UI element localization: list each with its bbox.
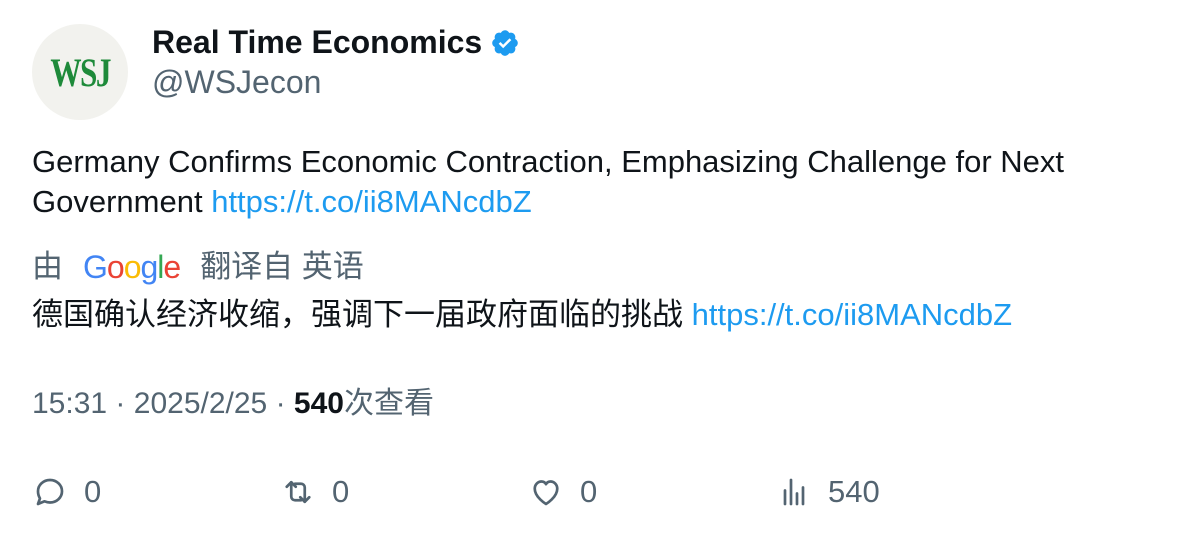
google-logo[interactable]: Google (83, 246, 181, 288)
heart-icon (533, 480, 559, 506)
views-count: 540 (293, 387, 344, 420)
avatar[interactable]: WSJ (32, 24, 128, 120)
views-button[interactable]: 540 (776, 470, 880, 514)
author-handle[interactable]: @WSJecon (152, 62, 321, 102)
tweet-link[interactable]: https://t.co/ii8MANcdbZ (211, 184, 531, 219)
reply-count: 0 (84, 474, 102, 509)
reply-icon (36, 478, 64, 506)
verified-badge-icon[interactable] (490, 27, 520, 57)
tweet-date[interactable]: 2025/2/25 (134, 387, 267, 420)
translation-prefix: 由 (32, 249, 63, 284)
reply-button[interactable]: 0 (32, 470, 101, 514)
action-bar: 0 0 0 540 (32, 470, 1162, 514)
retweet-button[interactable]: 0 (280, 470, 349, 514)
translated-body: 德国确认经济收缩，强调下一届政府面临的挑战 (32, 297, 683, 332)
views-action-count: 540 (828, 474, 880, 509)
translated-link[interactable]: https://t.co/ii8MANcdbZ (692, 297, 1012, 332)
retweet-count: 0 (332, 474, 350, 509)
translation-suffix[interactable]: 翻译自 英语 (200, 246, 364, 288)
translation-attribution: 由 Google 翻译自 英语 (32, 246, 364, 288)
tweet-text: Germany Confirms Economic Contraction, E… (32, 142, 1162, 222)
translated-text: 德国确认经济收缩，强调下一届政府面临的挑战 https://t.co/ii8MA… (32, 294, 1162, 336)
tweet-card: WSJ Real Time Economics @WSJecon Germany… (0, 0, 1196, 538)
tweet-meta: 15:31 · 2025/2/25 · 540次查看 (32, 384, 434, 424)
avatar-logo: WSJ (50, 49, 111, 95)
meta-separator: · (115, 387, 126, 420)
tweet-body: Germany Confirms Economic Contraction, E… (32, 144, 1065, 219)
meta-separator: · (275, 387, 286, 420)
author-name[interactable]: Real Time Economics (152, 22, 482, 62)
retweet-icon (285, 480, 311, 504)
bar-chart-icon (783, 478, 805, 506)
author-name-row[interactable]: Real Time Economics (152, 22, 520, 62)
views-label: 次查看 (343, 387, 434, 420)
like-count: 0 (580, 474, 598, 509)
like-button[interactable]: 0 (528, 470, 597, 514)
tweet-time[interactable]: 15:31 (32, 387, 107, 420)
